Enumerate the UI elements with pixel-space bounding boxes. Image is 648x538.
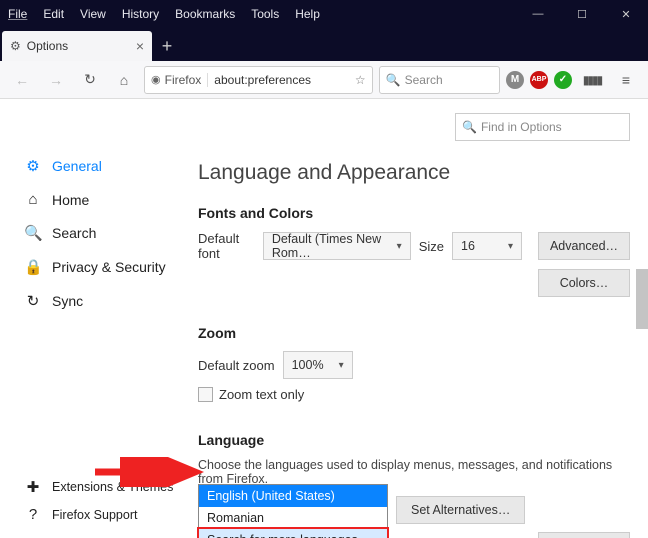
search-bar[interactable]: 🔍 Search [379, 66, 500, 94]
forward-button[interactable]: → [42, 66, 70, 94]
size-label: Size [419, 239, 444, 254]
zoom-text-only-checkbox[interactable] [198, 387, 213, 402]
sidebar-item-support[interactable]: ? Firefox Support [18, 501, 179, 528]
zoom-heading: Zoom [198, 325, 630, 341]
firefox-icon: ◉ [151, 73, 161, 86]
tab-options[interactable]: ⚙ Options × [2, 31, 152, 61]
tab-title: Options [27, 39, 68, 53]
url-text: about:preferences [214, 73, 311, 87]
sidebar-item-label: Firefox Support [52, 508, 137, 522]
sidebar-item-home[interactable]: ⌂ Home [18, 183, 182, 216]
tabstrip: ⚙ Options × + [0, 28, 648, 61]
checkmark-badge[interactable]: ✓ [554, 71, 572, 89]
window-maximize[interactable]: ☐ [560, 0, 604, 28]
sidebar-item-label: Home [52, 192, 89, 208]
back-button[interactable]: ← [8, 66, 36, 94]
menu-edit[interactable]: Edit [35, 7, 72, 21]
font-size-select[interactable]: 16▾ [452, 232, 522, 260]
language-description: Choose the languages used to display men… [198, 458, 630, 486]
menu-help[interactable]: Help [287, 7, 328, 21]
preferences-main: 🔍 Find in Options Language and Appearanc… [190, 99, 648, 538]
zoom-text-only-label: Zoom text only [219, 387, 304, 402]
abp-badge[interactable]: ABP [530, 71, 548, 89]
chevron-down-icon: ▾ [339, 360, 344, 371]
language-dropdown: English (United States) Romanian Search … [198, 484, 388, 538]
library-button[interactable]: ▮▮▮▮ [578, 66, 606, 94]
window-minimize[interactable]: — [516, 0, 560, 28]
reload-button[interactable]: ↻ [76, 66, 104, 94]
sidebar-item-sync[interactable]: ↻ Sync [18, 284, 182, 318]
search-icon: 🔍 [386, 73, 401, 87]
default-zoom-select[interactable]: 100%▾ [283, 351, 353, 379]
nav-toolbar: ← → ↻ ⌂ ◉ Firefox about:preferences ☆ 🔍 … [0, 61, 648, 99]
advanced-fonts-button[interactable]: Advanced… [538, 232, 630, 260]
window-close[interactable]: ✕ [604, 0, 648, 28]
default-zoom-label: Default zoom [198, 358, 275, 373]
sidebar-item-general[interactable]: ⚙ General [18, 149, 182, 183]
gear-icon: ⚙ [24, 157, 42, 175]
chevron-down-icon: ▾ [508, 241, 513, 252]
set-alternatives-button[interactable]: Set Alternatives… [396, 496, 525, 524]
menu-file[interactable]: File [0, 7, 35, 21]
language-option-search-more[interactable]: Search for more languages… [197, 527, 389, 538]
sidebar-item-label: Search [52, 225, 96, 241]
pocket-badge[interactable]: M [506, 71, 524, 89]
bookmark-star-icon[interactable]: ☆ [355, 73, 366, 87]
new-tab-button[interactable]: + [152, 31, 182, 61]
sidebar-item-search[interactable]: 🔍 Search [18, 216, 182, 250]
home-button[interactable]: ⌂ [110, 66, 138, 94]
search-icon: 🔍 [462, 120, 477, 134]
menu-view[interactable]: View [72, 7, 114, 21]
identity-label: Firefox [165, 73, 209, 87]
search-placeholder: Search [405, 73, 443, 87]
app-menu-button[interactable]: ≡ [612, 66, 640, 94]
menu-tools[interactable]: Tools [243, 7, 287, 21]
language-option-en-us[interactable]: English (United States) [199, 485, 387, 507]
sidebar-item-label: General [52, 158, 102, 174]
menubar: File Edit View History Bookmarks Tools H… [0, 0, 648, 28]
lock-icon: 🔒 [24, 258, 42, 276]
url-bar[interactable]: ◉ Firefox about:preferences ☆ [144, 66, 373, 94]
chevron-down-icon: ▾ [397, 241, 402, 252]
find-placeholder: Find in Options [481, 120, 562, 134]
gear-icon: ⚙ [10, 39, 21, 53]
fonts-heading: Fonts and Colors [198, 205, 630, 221]
language-heading: Language [198, 432, 630, 448]
language-option-romanian[interactable]: Romanian [199, 507, 387, 529]
choose-languages-button[interactable]: Choose… [538, 532, 630, 538]
sidebar-item-label: Sync [52, 293, 83, 309]
menu-bookmarks[interactable]: Bookmarks [167, 7, 243, 21]
home-icon: ⌂ [24, 191, 42, 208]
sidebar-item-privacy[interactable]: 🔒 Privacy & Security [18, 250, 182, 284]
annotation-arrow [95, 457, 205, 487]
search-icon: 🔍 [24, 224, 42, 242]
tab-close-icon[interactable]: × [136, 38, 144, 54]
scrollbar-thumb[interactable] [636, 269, 648, 329]
colors-button[interactable]: Colors… [538, 269, 630, 297]
sidebar-item-label: Privacy & Security [52, 259, 166, 275]
default-font-label: Default font [198, 231, 255, 261]
default-font-select[interactable]: Default (Times New Rom…▾ [263, 232, 411, 260]
question-icon: ? [24, 506, 42, 523]
find-in-options[interactable]: 🔍 Find in Options [455, 113, 630, 141]
puzzle-icon: ✚ [24, 478, 42, 496]
sync-icon: ↻ [24, 292, 42, 310]
section-heading: Language and Appearance [198, 161, 630, 185]
menu-history[interactable]: History [114, 7, 167, 21]
